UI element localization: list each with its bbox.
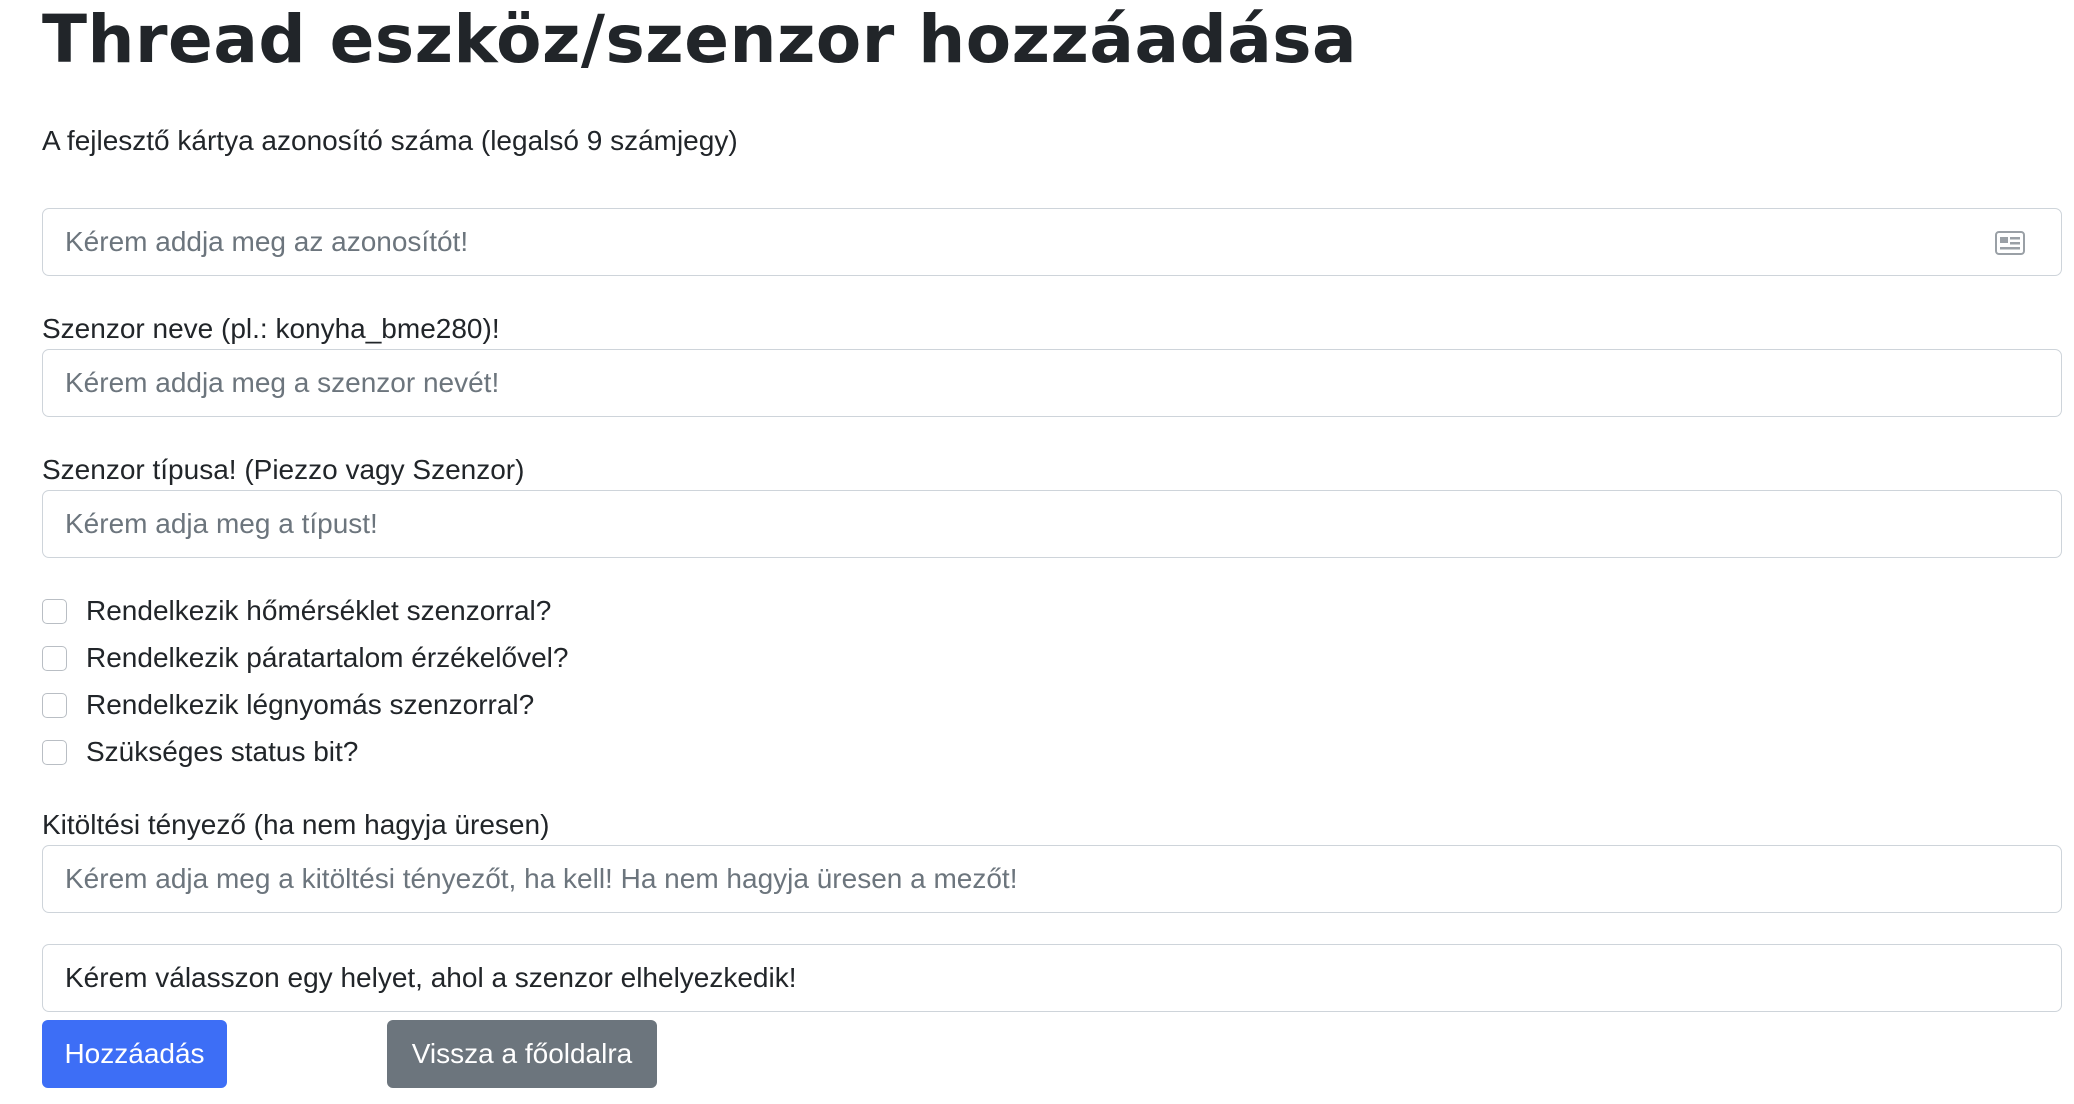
checkbox-row-pressure[interactable]: Rendelkezik légnyomás szenzorral? <box>42 687 534 723</box>
location-select-value[interactable]: Kérem válasszon egy helyet, ahol a szenz… <box>65 962 797 994</box>
checkbox-row-humidity[interactable]: Rendelkezik páratartalom érzékelővel? <box>42 640 568 676</box>
board-id-input[interactable] <box>42 208 2062 276</box>
humidity-checkbox[interactable] <box>42 645 67 671</box>
temperature-checkbox[interactable] <box>42 598 67 624</box>
sensor-name-input[interactable] <box>42 349 2062 417</box>
board-id-label: A fejlesztő kártya azonosító száma (lega… <box>42 125 738 156</box>
pressure-checkbox[interactable] <box>42 692 67 718</box>
sensor-name-label: Szenzor neve (pl.: konyha_bme280)! <box>42 313 500 344</box>
status-bit-checkbox-label[interactable]: Szükséges status bit? <box>86 734 358 770</box>
pressure-checkbox-label[interactable]: Rendelkezik légnyomás szenzorral? <box>86 687 534 723</box>
status-bit-checkbox[interactable] <box>42 739 67 765</box>
sensor-type-input[interactable] <box>42 490 2062 558</box>
add-button[interactable]: Hozzáadás <box>42 1020 227 1088</box>
location-select[interactable]: Kérem válasszon egy helyet, ahol a szenz… <box>42 944 2062 1012</box>
temperature-checkbox-label[interactable]: Rendelkezik hőmérséklet szenzorral? <box>86 593 551 629</box>
sensor-type-label: Szenzor típusa! (Piezzo vagy Szenzor) <box>42 454 525 485</box>
page-container: Thread eszköz/szenzor hozzáadása A fejle… <box>0 0 2074 1104</box>
checkbox-row-temperature[interactable]: Rendelkezik hőmérséklet szenzorral? <box>42 593 551 629</box>
fill-factor-label: Kitöltési tényező (ha nem hagyja üresen) <box>42 809 550 840</box>
fill-factor-input[interactable] <box>42 845 2062 913</box>
back-to-home-button[interactable]: Vissza a főoldalra <box>387 1020 657 1088</box>
page-title: Thread eszköz/szenzor hozzáadása <box>42 1 1358 78</box>
humidity-checkbox-label[interactable]: Rendelkezik páratartalom érzékelővel? <box>86 640 568 676</box>
checkbox-row-status-bit[interactable]: Szükséges status bit? <box>42 734 358 770</box>
id-card-icon <box>1995 231 2025 255</box>
